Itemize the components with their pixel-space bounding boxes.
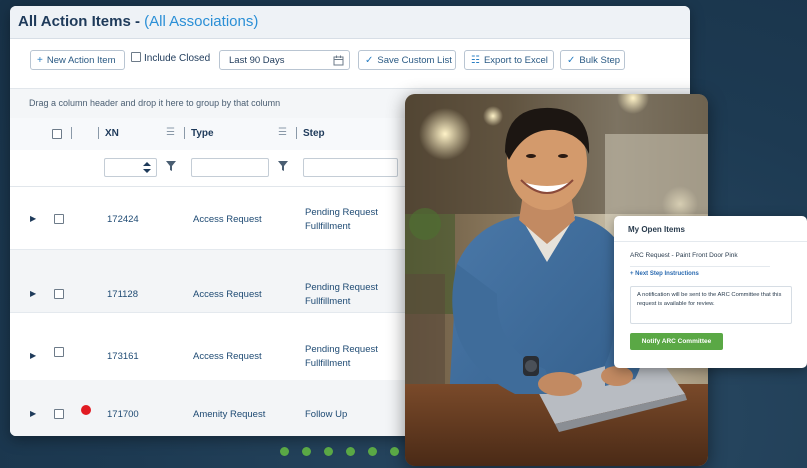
step-cell: Pending Request Fullfillment <box>305 281 378 309</box>
panel-header: All Action Items - (All Associations) <box>10 6 690 39</box>
xn-cell[interactable]: 172424 <box>107 214 139 225</box>
include-closed-toggle[interactable]: Include Closed <box>131 52 210 64</box>
step-line-2: Fullfillment <box>305 296 351 307</box>
type-cell: Access Request <box>193 214 262 225</box>
divider <box>630 266 770 267</box>
column-separator <box>296 127 297 139</box>
xn-cell[interactable]: 173161 <box>107 351 139 362</box>
excel-file-icon: ☷ <box>471 55 480 66</box>
notify-arc-committee-button[interactable]: Notify ARC Committee <box>630 333 723 350</box>
carousel-dot[interactable] <box>280 447 289 456</box>
column-header-type[interactable]: Type <box>191 128 214 139</box>
xn-cell[interactable]: 171128 <box>107 289 138 300</box>
toolbar: + New Action Item Include Closed Last 90 … <box>10 38 690 88</box>
caret-right-icon[interactable]: ▶ <box>30 214 36 223</box>
column-header-step[interactable]: Step <box>303 128 325 139</box>
flag-indicator <box>81 405 91 415</box>
caret-right-icon[interactable]: ▶ <box>30 351 36 360</box>
select-all-checkbox[interactable] <box>52 129 62 139</box>
plus-icon: + <box>37 55 43 66</box>
date-range-select[interactable]: Last 90 Days <box>219 50 350 70</box>
date-range-value: Last 90 Days <box>229 55 285 66</box>
carousel-dot[interactable] <box>390 447 399 456</box>
open-item-link[interactable]: ARC Request - Paint Front Door Pink <box>630 252 738 259</box>
open-items-card: My Open Items ARC Request - Paint Front … <box>614 216 807 368</box>
check-circle-icon: ✓ <box>567 55 576 66</box>
step-line-2: Fullfillment <box>305 221 351 232</box>
row-checkbox[interactable] <box>54 347 64 357</box>
new-action-item-button[interactable]: + New Action Item <box>30 50 125 70</box>
group-hint-text: Drag a column header and drop it here to… <box>29 98 281 108</box>
bulk-step-button[interactable]: ✓ Bulk Step <box>560 50 625 70</box>
spinner-arrows-icon[interactable] <box>142 161 152 174</box>
bulk-step-label: Bulk Step <box>579 55 621 66</box>
save-custom-list-button[interactable]: ✓ Save Custom List <box>358 50 456 70</box>
funnel-icon[interactable] <box>166 161 176 174</box>
column-separator <box>71 127 72 139</box>
step-line-2: Fullfillment <box>305 358 351 369</box>
step-line-1: Pending Request <box>305 207 378 218</box>
column-separator <box>184 127 185 139</box>
row-checkbox[interactable] <box>54 289 64 299</box>
type-filter-input[interactable] <box>191 158 269 177</box>
carousel-dot[interactable] <box>346 447 355 456</box>
association-filter-link[interactable]: (All Associations) <box>144 13 258 30</box>
type-cell: Access Request <box>193 351 262 362</box>
type-cell: Access Request <box>193 289 262 300</box>
step-cell: Pending Request Fullfillment <box>305 206 378 234</box>
export-to-excel-button[interactable]: ☷ Export to Excel <box>464 50 554 70</box>
notification-note: A notification will be sent to the ARC C… <box>630 286 792 324</box>
step-cell: Follow Up <box>305 409 348 420</box>
check-circle-icon: ✓ <box>365 55 374 66</box>
include-closed-checkbox[interactable] <box>131 52 141 62</box>
column-menu-icon[interactable]: ☰ <box>278 127 287 138</box>
step-line-1: Pending Request <box>305 282 378 293</box>
caret-right-icon[interactable]: ▶ <box>30 289 36 298</box>
row-checkbox[interactable] <box>54 409 64 419</box>
row-checkbox[interactable] <box>54 214 64 224</box>
calendar-icon[interactable] <box>333 51 344 74</box>
save-custom-list-label: Save Custom List <box>377 55 452 66</box>
page-title: All Action Items - (All Associations) <box>18 13 258 30</box>
include-closed-label: Include Closed <box>144 53 211 64</box>
column-header-xn[interactable]: XN <box>105 128 119 139</box>
caret-right-icon[interactable]: ▶ <box>30 409 36 418</box>
column-menu-icon[interactable]: ☰ <box>166 127 175 138</box>
export-to-excel-label: Export to Excel <box>483 55 548 66</box>
type-cell: Amenity Request <box>193 409 266 420</box>
xn-cell[interactable]: 171700 <box>107 409 139 420</box>
carousel-dot[interactable] <box>324 447 333 456</box>
carousel-dot[interactable] <box>302 447 311 456</box>
step-line-1: Pending Request <box>305 344 378 355</box>
step-cell: Pending Request Fullfillment <box>305 343 378 371</box>
xn-filter-input[interactable] <box>104 158 157 177</box>
open-items-title: My Open Items <box>614 216 807 242</box>
funnel-icon[interactable] <box>278 161 288 174</box>
page-title-text: All Action Items - <box>18 13 145 30</box>
next-step-instructions-toggle[interactable]: + Next Step Instructions <box>630 271 699 277</box>
new-action-item-label: New Action Item <box>46 55 116 66</box>
step-filter-input[interactable] <box>303 158 398 177</box>
column-separator <box>98 127 99 139</box>
carousel-dot[interactable] <box>368 447 377 456</box>
